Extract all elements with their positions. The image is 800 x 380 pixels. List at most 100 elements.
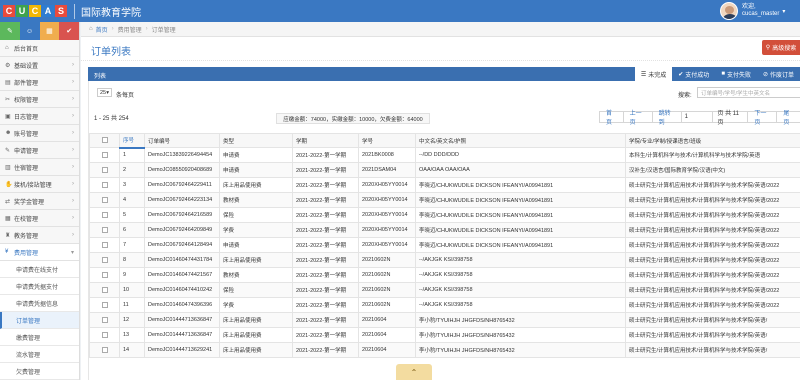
sidebar-item[interactable]: ▤ 部件管理 › — [0, 74, 79, 91]
table-row[interactable]: 14 DemoJC01444713629241 床上用品使用费 2021-2022-第… — [89, 342, 800, 358]
prev-page-button[interactable]: 上一页 — [622, 111, 653, 126]
sidebar-item[interactable]: ✂ 权限管理 › — [0, 91, 79, 108]
page-size-select[interactable]: 25 ▾ — [97, 88, 112, 97]
shortcut-button[interactable]: ✎ — [0, 22, 20, 40]
last-page-button[interactable]: 尾页 — [776, 111, 800, 126]
status-tab[interactable]: ✔ 支付成功 — [672, 67, 715, 81]
row-checkbox[interactable] — [101, 241, 108, 248]
table-row[interactable]: 11 DemoJC01460474396396 学费 2021-2022-第一学期 20… — [89, 297, 800, 313]
wrench-icon: ✂ — [5, 96, 11, 103]
shortcut-button[interactable]: ✔ — [59, 22, 79, 40]
table-row[interactable]: 9 DemoJC01460474421567 教材费 2021-2022-第一学期 20… — [89, 267, 800, 283]
sidebar-item[interactable]: ¥ 费用管理 ▾ — [0, 244, 79, 261]
sidebar-subitem[interactable]: 欠费管理 — [0, 363, 79, 380]
table-row[interactable]: 10 DemoJC01460474410242 保险 2021-2022-第一学期 20… — [89, 282, 800, 298]
table-row[interactable]: 7 DemoJC06792464128494 申请费 2021-2022-第一学期 20… — [89, 237, 800, 253]
sidebar-item[interactable]: ▥ 住宿管理 › — [0, 159, 79, 176]
goto-page-button[interactable]: 跳转到 — [651, 111, 682, 126]
row-checkbox[interactable] — [101, 181, 108, 188]
sidebar-subitem[interactable]: 申请费在线支付 — [0, 261, 79, 278]
home-icon: ⌂ — [5, 45, 9, 51]
sidebar-subitem[interactable]: 申请费凭据信息 — [0, 295, 79, 312]
caret-down-icon[interactable]: ▾ — [782, 8, 785, 15]
column-header[interactable]: 学期 — [292, 133, 359, 148]
user-menu[interactable]: 欢迎, cucas_master ▾ — [720, 0, 800, 22]
calendar-icon: ▣ — [5, 113, 11, 120]
sidebar-item[interactable]: ☻ 账号管理 › — [0, 125, 79, 142]
advanced-search-button[interactable]: ⚲ 高级搜索 — [762, 40, 800, 55]
first-page-button[interactable]: 首页 — [599, 111, 624, 126]
row-checkbox[interactable] — [101, 346, 108, 353]
home-icon[interactable]: ⌂ — [89, 26, 93, 32]
table-cell: 20210602N — [358, 297, 416, 313]
user-icon: ☻ — [5, 130, 12, 136]
breadcrumb-home[interactable]: 首页 — [96, 25, 108, 34]
select-all-checkbox[interactable] — [101, 137, 108, 144]
sidebar-item[interactable]: ⚙ 基础设置 › — [0, 57, 79, 74]
sidebar-item[interactable]: ⌂ 后台首页 — [0, 40, 79, 57]
row-checkbox[interactable] — [101, 256, 108, 263]
status-tab[interactable]: ■ 支付失败 — [715, 67, 757, 81]
row-checkbox[interactable] — [101, 301, 108, 308]
column-header[interactable]: 序号 — [119, 133, 145, 149]
row-select-cell — [89, 327, 120, 343]
status-tab[interactable]: ☰ 未完成 — [634, 67, 673, 81]
column-header[interactable]: 订单编号 — [144, 133, 220, 148]
table-cell: 2021-2022-第一学期 — [292, 297, 359, 313]
next-page-button[interactable]: 下一页 — [747, 111, 778, 126]
row-checkbox[interactable] — [101, 226, 108, 233]
table-row[interactable]: 4 DemoJC06792464223134 教材费 2021-2022-第一学期 20… — [89, 192, 800, 208]
table-cell: 2021-2022-第一学期 — [292, 342, 359, 358]
table-cell: OAA/OAA OAA/OAA — [415, 162, 626, 178]
sidebar-subitem[interactable]: 流水管理 — [0, 346, 79, 363]
sidebar-item[interactable]: ▦ 在校管理 › — [0, 210, 79, 227]
row-checkbox[interactable] — [101, 271, 108, 278]
chevron-right-icon: › — [72, 113, 74, 119]
row-checkbox[interactable] — [101, 316, 108, 323]
breadcrumb-parent[interactable]: 费用管理 — [118, 25, 142, 34]
table-row[interactable]: 3 DemoJC06792464229411 床上用品使用费 2021-2022-第一… — [89, 177, 800, 193]
sidebar-item[interactable]: ♜ 教务管理 › — [0, 227, 79, 244]
table-cell: 2020XH05YY0014 — [358, 222, 416, 238]
table-cell: 汉补生/汉语言/国际教育学院/汉语(中文) — [625, 162, 800, 178]
table-cell: 2021-2022-第一学期 — [292, 162, 359, 178]
sidebar-item[interactable]: ✋ 接机/接站管理 › — [0, 176, 79, 193]
sidebar-item[interactable]: ✎ 申请管理 › — [0, 142, 79, 159]
table-cell: --/DD DDD/DDD — [415, 147, 626, 163]
sitemap-icon: ▤ — [5, 79, 11, 86]
logo[interactable]: C U C A S 国际教育学院 — [3, 3, 141, 19]
search-input[interactable]: 订单编号/学号/学生中英文名 — [697, 87, 800, 98]
column-header[interactable]: 学院/专业/学制/授课语言/班级 — [625, 133, 800, 148]
table-cell: 硕士研究生/计算机应用技术/计算机科学与技术学院/英语/ — [625, 342, 800, 358]
table-row[interactable]: 13 DemoJC01444713636847 床上用品使用费 2021-2022-第… — [89, 327, 800, 343]
shortcut-button[interactable]: ▦ — [39, 22, 60, 40]
shortcut-button[interactable]: ☺ — [19, 22, 40, 40]
page-number-input[interactable]: 1 — [680, 111, 714, 123]
sidebar-subitem[interactable]: 订单管理 — [0, 312, 79, 329]
status-tab[interactable]: ⊘ 作废订单 — [757, 67, 800, 81]
breadcrumb-separator: › — [145, 26, 148, 32]
sidebar-subitem[interactable]: 申请费凭据支付 — [0, 278, 79, 295]
table-row[interactable]: 5 DemoJC06792464216589 保险 2021-2022-第一学期 202… — [89, 207, 800, 223]
table-row[interactable]: 12 DemoJC01444713636847 床上用品使用费 2021-2022-第… — [89, 312, 800, 328]
scroll-top-button[interactable]: ⌃ — [396, 364, 432, 380]
table-cell: DemoJC06792464209849 — [144, 222, 220, 238]
row-checkbox[interactable] — [101, 166, 108, 173]
row-checkbox[interactable] — [101, 196, 108, 203]
table-row[interactable]: 6 DemoJC06792464209849 学费 2021-2022-第一学期 202… — [89, 222, 800, 238]
table-row[interactable]: 2 DemoJC08550920408689 申请费 2021-2022-第一学期 20… — [89, 162, 800, 178]
table-row[interactable]: 1 DemoJC13839226494454 申请费 2021-2022-第一学期 20… — [89, 147, 800, 163]
row-select-cell — [89, 162, 120, 178]
column-header[interactable]: 类型 — [219, 133, 293, 148]
sidebar-item[interactable]: ⇄ 奖学金管理 › — [0, 193, 79, 210]
avatar[interactable] — [720, 2, 738, 20]
sidebar-item[interactable]: ▣ 日志管理 › — [0, 108, 79, 125]
row-checkbox[interactable] — [101, 286, 108, 293]
table-row[interactable]: 8 DemoJC01460474431784 床上用品使用费 2021-2022-第一… — [89, 252, 800, 268]
column-header[interactable]: 中文名/英文名/护照 — [415, 133, 626, 148]
row-checkbox[interactable] — [101, 331, 108, 338]
column-header[interactable]: 学号 — [358, 133, 416, 148]
row-checkbox[interactable] — [101, 151, 108, 158]
sidebar-subitem[interactable]: 缴费管理 — [0, 329, 79, 346]
row-checkbox[interactable] — [101, 211, 108, 218]
